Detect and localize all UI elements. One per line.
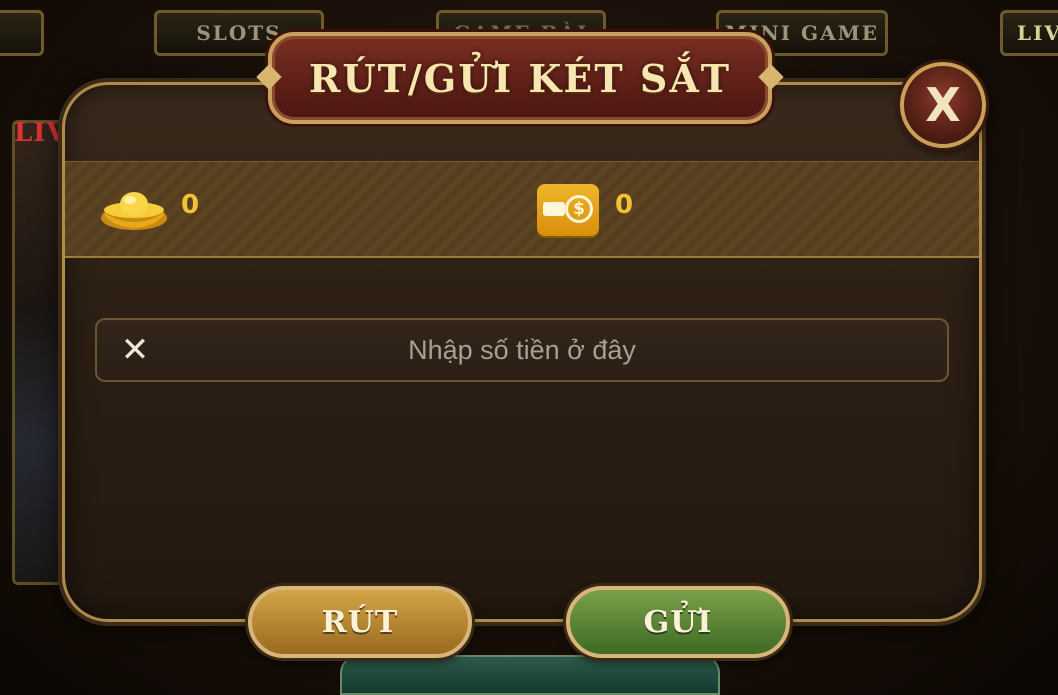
close-icon: X [925, 78, 961, 132]
withdraw-button-label: RÚT [321, 604, 399, 640]
dialog-title-plate: RÚT/GỬI KÉT SẮT [268, 32, 772, 124]
clear-icon[interactable]: ✕ [115, 330, 155, 370]
safe-dialog: 0 $ 0 Nhập số tiền ở đây ✕ [62, 82, 982, 622]
gold-ingot-icon [101, 192, 167, 230]
background-bottom-panel [340, 655, 720, 695]
wallet-balance-value: 0 [615, 190, 634, 220]
amount-placeholder: Nhập số tiền ở đây [408, 334, 636, 365]
gold-balance-value: 0 [181, 190, 200, 220]
nav-tab-partial[interactable] [0, 10, 44, 56]
close-button[interactable]: X [900, 62, 986, 148]
balance-bar: 0 $ 0 [65, 161, 979, 258]
deposit-button-label: GỬI [643, 604, 713, 640]
wallet-icon: $ [537, 184, 599, 236]
amount-input[interactable]: Nhập số tiền ở đây ✕ [95, 318, 949, 382]
withdraw-button[interactable]: RÚT [248, 586, 472, 658]
deposit-button[interactable]: GỬI [566, 586, 790, 658]
nav-tab-live[interactable]: LIVE [1000, 10, 1058, 56]
dialog-title: RÚT/GỬI KÉT SẮT [308, 55, 732, 101]
